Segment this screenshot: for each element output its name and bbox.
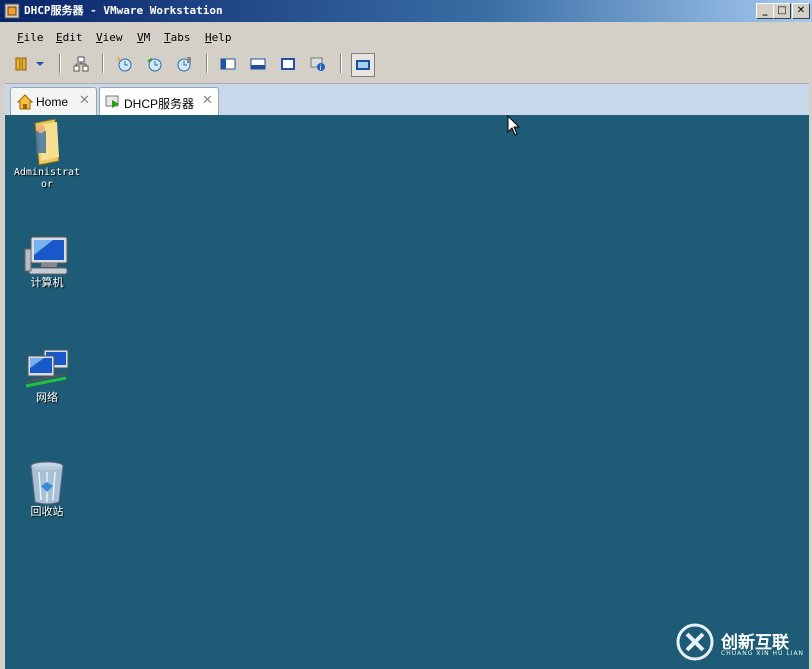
tab-home-close-icon[interactable]: ✕	[79, 93, 90, 108]
watermark: 创新互联 CHUANG XIN HU LIAN	[675, 622, 805, 664]
computer-icon	[7, 235, 87, 277]
watermark-subtext: CHUANG XIN HU LIAN	[721, 650, 805, 657]
menu-file[interactable]: File	[17, 30, 44, 46]
dropdown-arrow-icon[interactable]	[32, 53, 46, 75]
snapshot-take-icon[interactable]	[113, 53, 135, 75]
desktop-icon-recycle-bin[interactable]: 回收站	[7, 460, 87, 518]
menu-help[interactable]: Help	[205, 30, 232, 46]
desktop-icon-label: 网络	[36, 391, 58, 404]
desktop-icon-label: 回收站	[30, 505, 64, 518]
fullscreen-icon[interactable]	[277, 53, 299, 75]
title-bar[interactable]: DHCP服务器 - VMware Workstation _ □ ✕	[0, 0, 812, 22]
tab-strip: Home ✕ DHCP服务器 ✕	[5, 83, 809, 116]
toolbar-separator	[59, 54, 61, 73]
tab-home-label: Home	[36, 95, 69, 109]
fullscreen-toggle-icon[interactable]	[351, 53, 375, 77]
maximize-button[interactable]: □	[773, 3, 791, 19]
tab-dhcp-label: DHCP服务器	[124, 97, 195, 111]
quick-switch-icon[interactable]	[247, 53, 269, 75]
recycle-bin-icon	[7, 460, 87, 506]
snapshot-manager-icon[interactable]	[173, 53, 195, 75]
minimize-button[interactable]: _	[756, 3, 774, 19]
guest-desktop[interactable]: Administrator 计算机 网络 回收站 创新互联 CHUANG XIN…	[5, 114, 809, 669]
svg-text:i: i	[320, 64, 322, 72]
tab-dhcp-close-icon[interactable]: ✕	[202, 93, 213, 108]
menu-view[interactable]: View	[96, 30, 123, 46]
toolbar-separator	[206, 54, 208, 73]
tab-home[interactable]: Home ✕	[10, 87, 97, 116]
menu-tabs[interactable]: Tabs	[164, 30, 191, 46]
user-folder-icon	[7, 117, 87, 167]
tab-dhcp-server[interactable]: DHCP服务器 ✕	[99, 87, 219, 116]
mouse-cursor-icon	[507, 114, 521, 141]
network-icon[interactable]	[70, 53, 92, 75]
desktop-icon-label: 计算机	[30, 276, 64, 289]
watermark-logo-icon	[675, 622, 715, 666]
console-view-icon[interactable]	[217, 53, 239, 75]
menu-edit[interactable]: Edit	[56, 30, 83, 46]
vm-running-icon	[105, 94, 121, 114]
snapshot-revert-icon[interactable]	[143, 53, 165, 75]
toolbar-separator	[102, 54, 104, 73]
unity-icon[interactable]: i	[307, 53, 329, 75]
desktop-icon-label: Administrator	[13, 167, 81, 190]
toolbar: i	[0, 50, 812, 78]
window-title: DHCP服务器 - VMware Workstation	[24, 4, 223, 17]
menu-vm[interactable]: VM	[137, 30, 150, 46]
vmware-app-icon	[4, 3, 20, 19]
close-button[interactable]: ✕	[792, 3, 810, 19]
home-icon	[16, 94, 34, 114]
vmware-window: DHCP服务器 - VMware Workstation _ □ ✕ File …	[0, 0, 812, 669]
pause-icon[interactable]	[10, 53, 32, 75]
desktop-icon-computer[interactable]: 计算机	[7, 235, 87, 289]
menu-bar: File Edit View VM Tabs Help	[0, 28, 812, 48]
desktop-icon-network[interactable]: 网络	[7, 348, 87, 404]
network-icon	[7, 348, 87, 392]
toolbar-separator	[340, 54, 342, 73]
desktop-icon-administrator[interactable]: Administrator	[7, 117, 87, 191]
